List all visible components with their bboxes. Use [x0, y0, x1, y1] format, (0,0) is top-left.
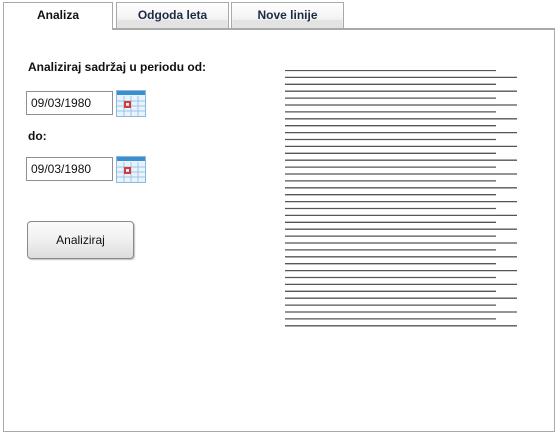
tab-nove-linije[interactable]: Nove linije: [231, 2, 344, 28]
tab-label: Nove linije: [257, 8, 318, 22]
tab-analiza[interactable]: Analiza: [3, 2, 113, 30]
to-date-input[interactable]: [26, 157, 113, 181]
to-label: do:: [28, 129, 47, 143]
tab-bar: Analiza Odgoda leta Nove linije: [3, 2, 555, 30]
tab-label: Odgoda leta: [137, 8, 208, 22]
period-label: Analiziraj sadržaj u periodu od:: [28, 60, 207, 74]
analyze-button[interactable]: Analiziraj: [27, 221, 134, 259]
tab-odgoda-leta[interactable]: Odgoda leta: [116, 2, 229, 28]
analiza-panel: Analiziraj sadržaj u periodu od: do: Ana: [3, 28, 555, 432]
analysis-results-lines: [285, 70, 517, 327]
tab-label: Analiza: [36, 8, 79, 22]
calendar-icon[interactable]: [116, 90, 146, 117]
calendar-icon[interactable]: [116, 156, 146, 183]
from-date-input[interactable]: [26, 91, 113, 115]
